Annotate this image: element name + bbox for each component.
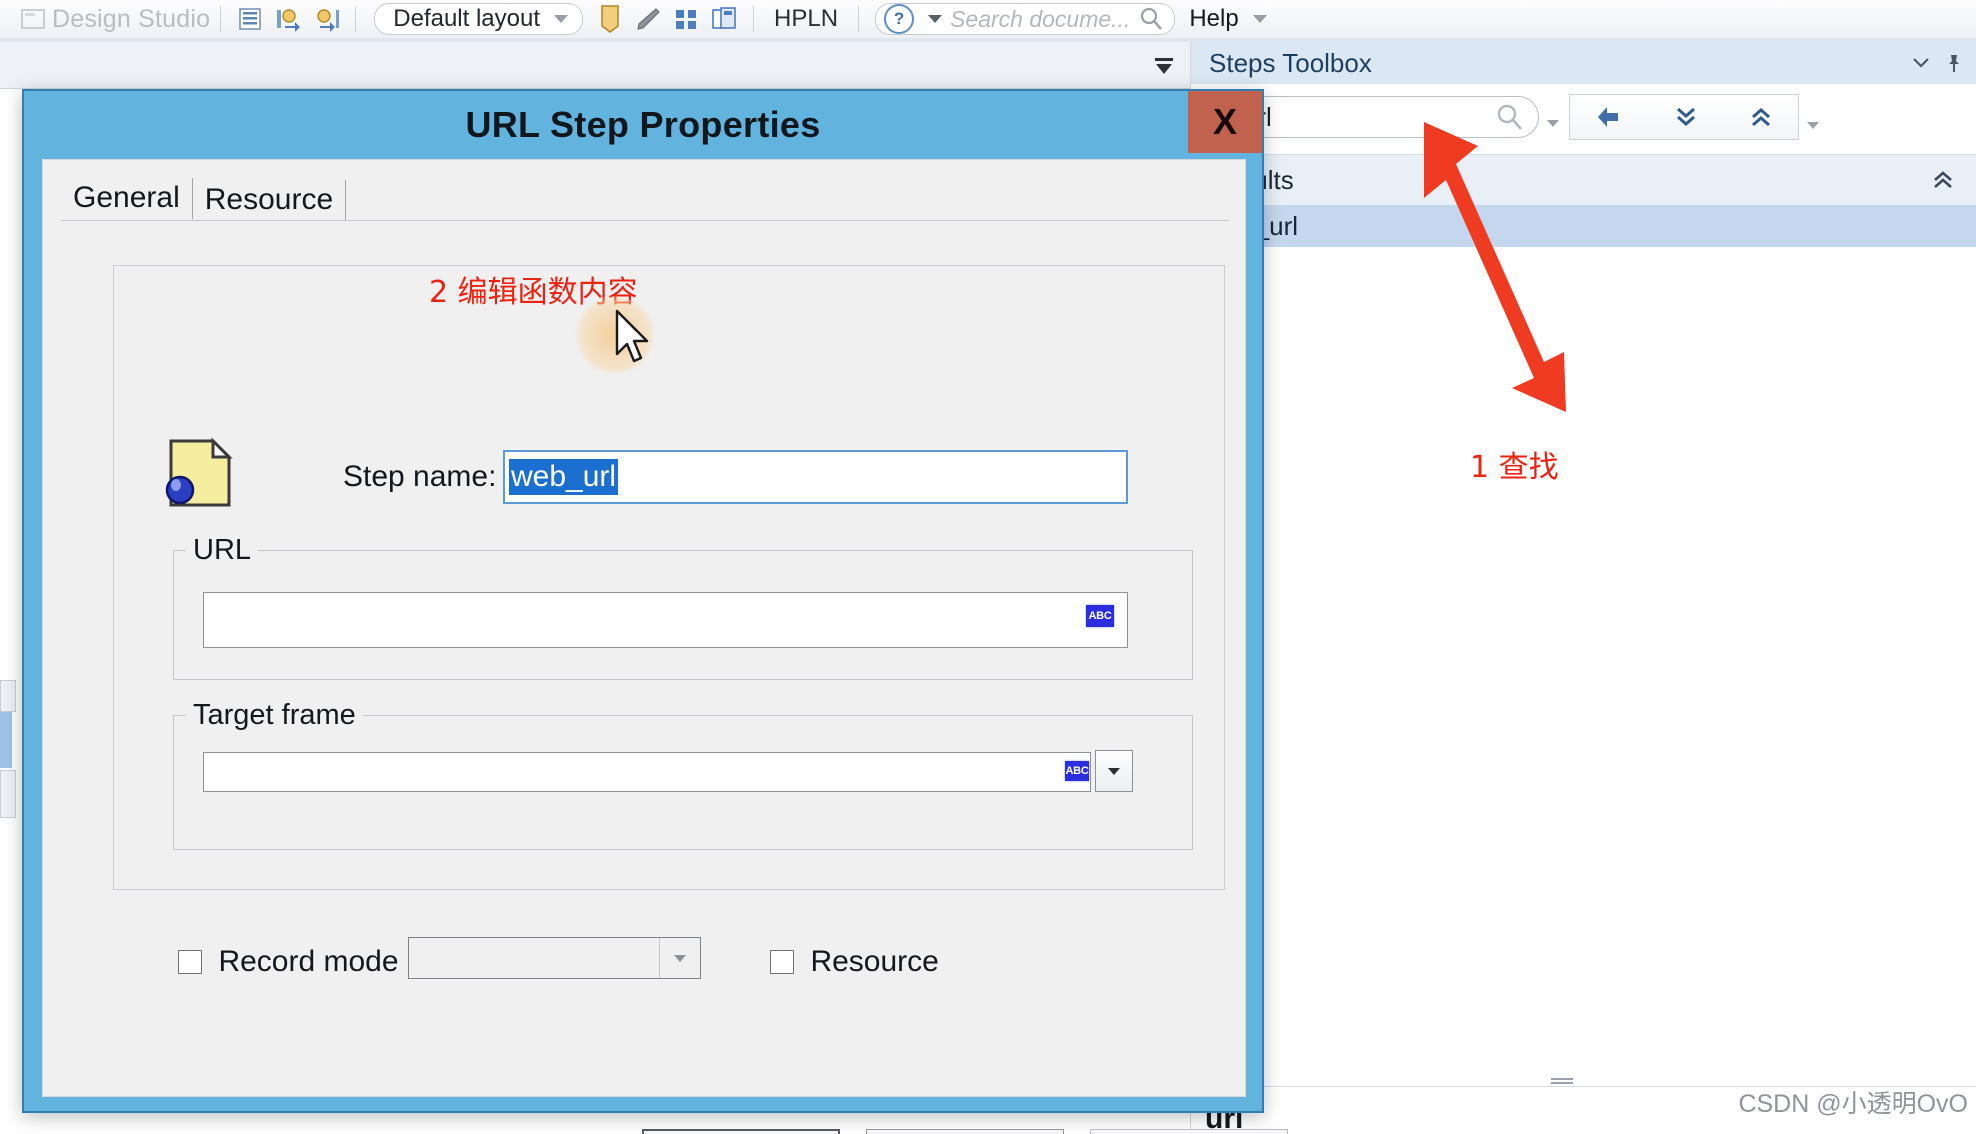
result-list-item[interactable]: web_url (1191, 205, 1976, 247)
editor-collapse-icon[interactable] (1152, 55, 1176, 79)
app-title: Design Studio (52, 4, 211, 33)
url-input[interactable] (203, 592, 1128, 648)
dialog-body: General Resource Step name: web_url URL … (42, 159, 1246, 1097)
record-mode-label: Record mode (218, 945, 399, 978)
screen-root: Design Studio Default layout HPLN ? Sear… (0, 0, 1976, 1134)
url-abc-parameter-icon[interactable]: ABC (1086, 605, 1114, 627)
bookmark-icon[interactable] (595, 4, 625, 34)
chevron-down-icon (554, 15, 569, 23)
resource-row: Resource (770, 945, 939, 979)
dialog-titlebar: URL Step Properties (24, 91, 1262, 159)
dialog-button-row: 确定 取消 应用(A) (642, 1129, 1288, 1134)
url-group-label: URL (186, 534, 259, 567)
resource-checkbox[interactable] (770, 950, 794, 974)
application-toolbar: Design Studio Default layout HPLN ? Sear… (0, 0, 1976, 38)
steps-search-dropdown-icon[interactable] (1547, 120, 1559, 127)
brush-icon[interactable] (633, 4, 663, 34)
record-mode-checkbox[interactable] (178, 950, 202, 974)
design-studio-icon (18, 4, 48, 34)
step-after-icon[interactable] (311, 4, 341, 34)
tab-general[interactable]: General (61, 178, 193, 220)
editor-top-strip (0, 42, 1190, 89)
step-name-label: Step name: (343, 460, 497, 493)
nav-group-dropdown-icon[interactable] (1807, 122, 1819, 129)
url-step-properties-dialog: URL Step Properties X General Resource S… (22, 89, 1288, 1134)
step-name-input[interactable]: web_url (503, 450, 1128, 504)
target-frame-group-label: Target frame (186, 699, 363, 732)
cancel-button[interactable]: 取消 (866, 1129, 1064, 1134)
steps-toolbox-header-controls (1912, 42, 1962, 84)
toolbar-separator-4 (858, 6, 860, 32)
editor-edge-fragment-3 (0, 770, 16, 818)
resource-label: Resource (810, 945, 939, 978)
steps-toolbox-header: Steps Toolbox (1191, 42, 1976, 84)
editor-edge-fragment-1 (0, 680, 16, 712)
search-documentation-combo[interactable]: ? Search docume... (875, 3, 1176, 35)
toolbar-separator-2 (355, 6, 357, 32)
dialog-tabstrip: General Resource (61, 178, 347, 220)
record-mode-row: Record mode (178, 945, 399, 979)
step-name-value: web_url (509, 459, 619, 495)
pin-icon[interactable] (1946, 53, 1962, 73)
chevron-down-icon[interactable] (1252, 15, 1267, 23)
help-menu[interactable]: Help (1189, 5, 1238, 33)
layout-combo[interactable]: Default layout (374, 3, 584, 35)
results-collapse-icon[interactable] (1930, 167, 1956, 193)
back-arrow-icon[interactable] (1594, 103, 1624, 131)
record-mode-dropdown-icon[interactable] (659, 938, 700, 978)
results-section-header[interactable]: Results (1191, 154, 1976, 206)
target-frame-input[interactable] (203, 752, 1091, 792)
search-input[interactable]: Search docume... (950, 6, 1130, 33)
next-match-icon[interactable] (1673, 103, 1699, 131)
step-before-icon[interactable] (273, 4, 303, 34)
chevron-down-icon[interactable] (1912, 56, 1930, 70)
previous-match-icon[interactable] (1748, 103, 1774, 131)
toolbar-separator-1 (220, 6, 222, 32)
watermark: CSDN @小透明OvO (1738, 1090, 1968, 1118)
toolbar-left-padding (0, 0, 14, 38)
mouse-cursor-icon (615, 309, 649, 363)
tab-resource[interactable]: Resource (192, 180, 347, 220)
toolbar-faded-region (1546, 0, 1976, 30)
search-icon[interactable] (1138, 6, 1164, 32)
steps-search-row: b_url (1191, 86, 1976, 150)
target-frame-dropdown-button[interactable] (1095, 750, 1133, 792)
close-icon[interactable]: X (1188, 91, 1262, 153)
steps-toolbox-panel: Steps Toolbox b_url (1191, 42, 1976, 1134)
dialog-title: URL Step Properties (465, 104, 821, 145)
layout-combo-value: Default layout (393, 5, 541, 32)
search-icon[interactable] (1494, 102, 1524, 132)
chevron-down-icon[interactable] (928, 15, 943, 23)
steps-toolbox-title: Steps Toolbox (1209, 47, 1372, 78)
steps-search-nav-group (1569, 94, 1799, 140)
ok-button[interactable]: 确定 (642, 1129, 840, 1134)
panel-resize-grip[interactable] (1551, 1078, 1573, 1086)
annotation-1-find: 1 查找 (1470, 450, 1559, 485)
grid-icon[interactable] (671, 4, 701, 34)
apply-button: 应用(A) (1090, 1129, 1288, 1134)
toolbar-separator-3 (753, 6, 755, 32)
target-frame-abc-parameter-icon[interactable]: ABC (1065, 761, 1089, 781)
record-mode-combo[interactable] (408, 937, 701, 979)
copy-window-icon[interactable] (709, 4, 739, 34)
tabstrip-rule (61, 220, 1229, 221)
help-question-icon: ? (884, 4, 915, 34)
yellow-page-step-icon (163, 435, 239, 511)
editor-edge-fragment-2 (0, 712, 12, 768)
hpln-label: HPLN (774, 5, 839, 32)
list-view-icon[interactable] (235, 4, 265, 34)
